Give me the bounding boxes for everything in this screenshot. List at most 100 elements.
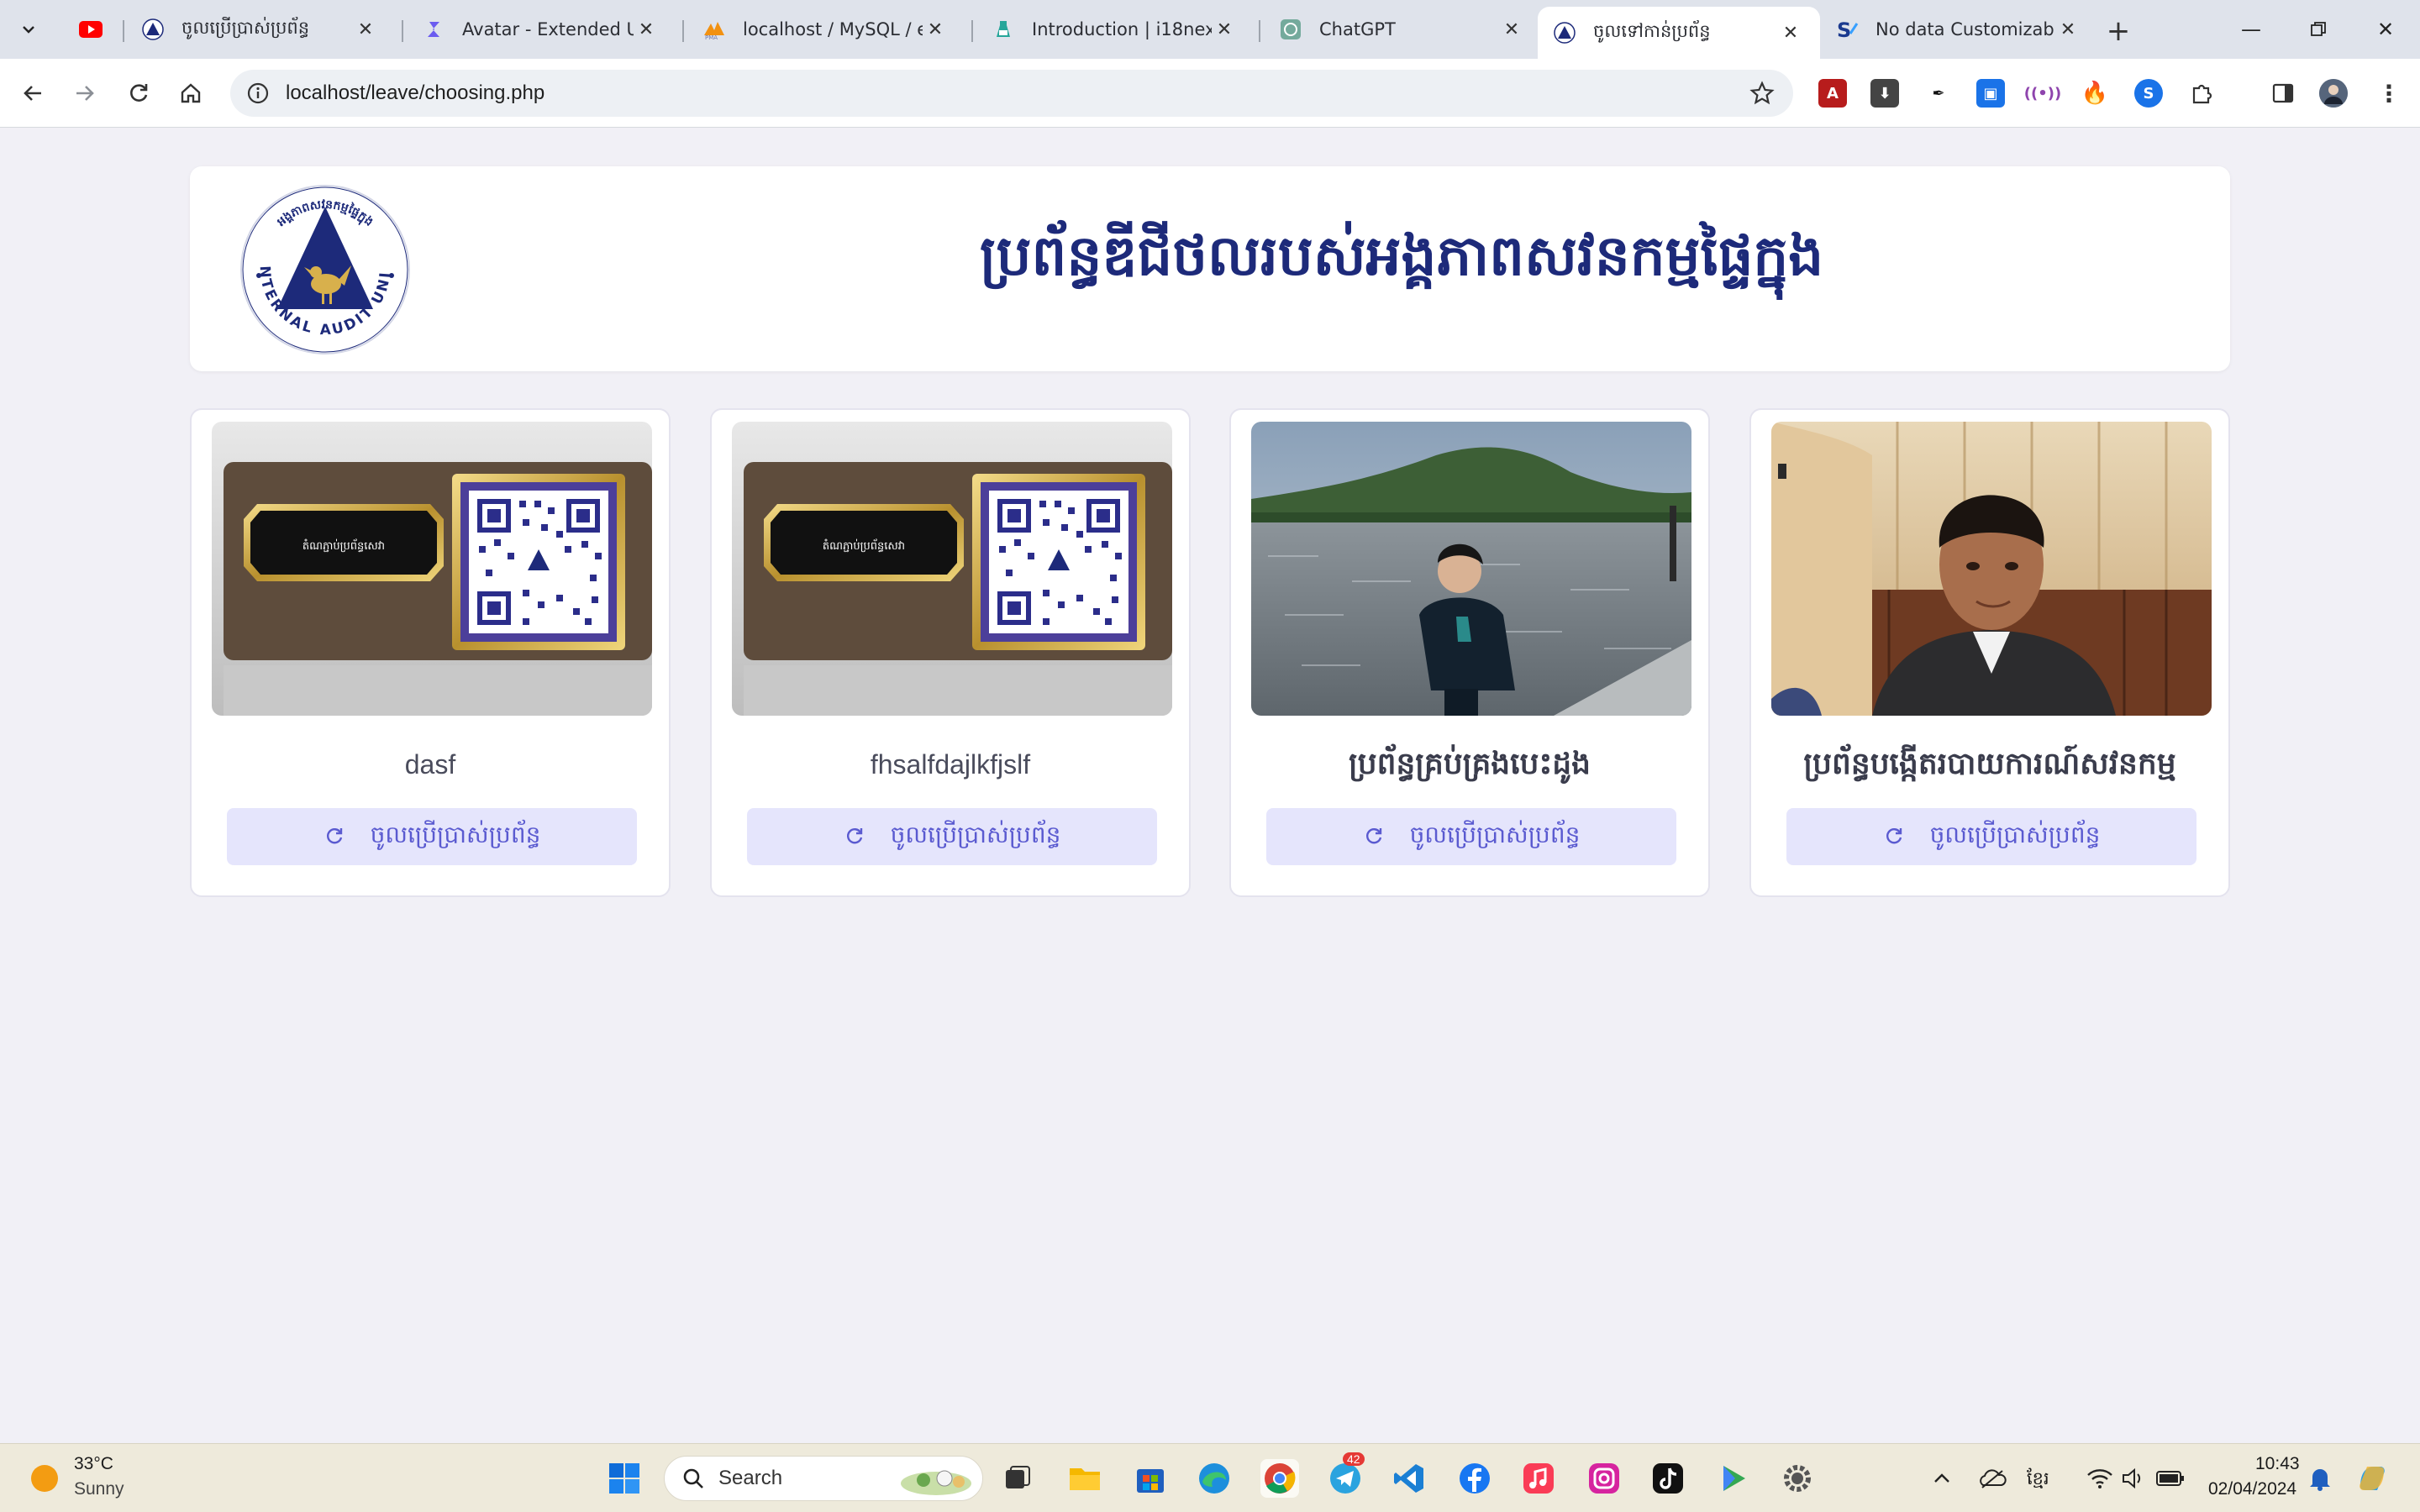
youtube-icon xyxy=(79,18,103,41)
file-explorer-icon[interactable] xyxy=(1065,1459,1104,1498)
tab-separator xyxy=(402,20,403,42)
vscode-icon[interactable] xyxy=(1390,1459,1428,1498)
start-button[interactable] xyxy=(605,1459,644,1498)
clock-time[interactable]: 10:43 xyxy=(2255,1454,2300,1474)
card-banner-label: តំណភ្ជាប់ប្រព័ន្ធសេវា xyxy=(823,538,905,553)
microsoft-store-icon[interactable] xyxy=(1131,1459,1170,1498)
stack-icon xyxy=(422,18,445,41)
fire-extension-icon[interactable]: 🔥 xyxy=(2081,79,2109,108)
chatgpt-icon xyxy=(1279,18,1302,41)
card-banner-label: តំណភ្ជាប់ប្រព័ន្ធសេវា xyxy=(302,538,385,553)
enter-system-button[interactable]: ចូលប្រើប្រាស់ប្រព័ន្ធ xyxy=(1786,808,2196,865)
tab-login-system[interactable]: ចូលប្រើប្រាស់ប្រព័ន្ធ ✕ xyxy=(126,7,395,52)
enter-system-label: ចូលប្រើប្រាស់ប្រព័ន្ធ xyxy=(890,820,1061,848)
close-icon[interactable]: ✕ xyxy=(2055,17,2081,42)
phpmyadmin-icon: PMA xyxy=(702,18,726,41)
settings-gear-icon[interactable] xyxy=(1778,1459,1817,1498)
pen-extension-icon[interactable]: ✒ xyxy=(1924,79,1953,108)
profile-avatar[interactable] xyxy=(2319,79,2348,108)
svg-text:PMA: PMA xyxy=(705,34,718,40)
arrow-right-icon xyxy=(76,86,94,101)
enter-system-button[interactable]: ចូលប្រើប្រាស់ប្រព័ន្ធ xyxy=(227,808,637,865)
home-button[interactable] xyxy=(171,74,210,113)
enter-system-button[interactable]: ចូលប្រើប្រាស់ប្រព័ន្ធ xyxy=(1266,808,1676,865)
taskbar-search[interactable]: Search xyxy=(664,1456,983,1501)
copilot-icon[interactable] xyxy=(2353,1459,2391,1498)
url-text[interactable]: localhost/leave/choosing.php xyxy=(286,81,544,105)
weather-temperature: 33°C xyxy=(74,1454,113,1473)
shazam-extension-icon[interactable]: S xyxy=(2134,79,2163,108)
close-icon[interactable]: ✕ xyxy=(1499,17,1524,42)
pdf-extension-icon[interactable]: A xyxy=(1818,79,1847,108)
tab-no-data-customizable[interactable]: S No data Customizable ✕ xyxy=(1820,7,2097,52)
battery-icon[interactable] xyxy=(2151,1459,2190,1498)
bookmark-star-icon[interactable] xyxy=(1749,81,1775,106)
close-window-button[interactable]: ✕ xyxy=(2365,12,2407,47)
extensions-puzzle-icon[interactable] xyxy=(2188,79,2217,108)
google-play-games-icon[interactable] xyxy=(1714,1459,1753,1498)
notification-bell-icon[interactable] xyxy=(2301,1459,2339,1498)
tiktok-icon[interactable] xyxy=(1649,1459,1687,1498)
restore-icon xyxy=(2311,22,2326,36)
volume-icon[interactable] xyxy=(2114,1459,2153,1498)
screen-capture-extension-icon[interactable]: ▣ xyxy=(1976,79,2005,108)
address-bar[interactable]: localhost/leave/choosing.php xyxy=(230,70,1793,117)
tab-title: ចូលទៅកាន់ប្រព័ន្ធ xyxy=(1593,20,1711,41)
system-name: ប្រព័ន្ធបង្កើតរបាយការណ៍សវនកម្ម xyxy=(1803,746,2176,781)
onedrive-icon[interactable] xyxy=(1973,1459,2012,1498)
minimize-button[interactable]: — xyxy=(2230,12,2272,47)
facebook-icon[interactable] xyxy=(1455,1459,1494,1498)
broadcast-extension-icon[interactable]: ((•)) xyxy=(2024,79,2061,108)
tab-chatgpt[interactable]: ChatGPT ✕ xyxy=(1264,7,1541,52)
browser-menu-icon[interactable]: ⋮ xyxy=(2375,79,2403,108)
tab-youtube[interactable] xyxy=(64,7,123,52)
sun-icon xyxy=(31,1465,58,1492)
instagram-icon[interactable] xyxy=(1585,1459,1623,1498)
search-placeholder: Search xyxy=(718,1467,783,1489)
tab-search-button[interactable] xyxy=(12,13,45,45)
language-indicator[interactable]: ខ្មែរ xyxy=(2027,1467,2049,1494)
tab-title: Avatar - Extended UI | : xyxy=(462,19,634,39)
clock-date[interactable]: 02/04/2024 xyxy=(2208,1479,2296,1499)
s-logo-icon: S xyxy=(1835,18,1859,41)
tab-title: localhost / MySQL / en xyxy=(743,19,923,39)
enter-system-button[interactable]: ចូលប្រើប្រាស់ប្រព័ន្ធ xyxy=(747,808,1157,865)
qr-card-image: តំណភ្ជាប់ប្រព័ន្ធសេវា xyxy=(732,422,1172,716)
reload-button[interactable] xyxy=(119,74,158,113)
system-card: ប្រព័ន្ធបង្កើតរបាយការណ៍សវនកម្ម ចូលប្រើប្… xyxy=(1749,408,2230,897)
task-view-icon[interactable] xyxy=(998,1459,1037,1498)
forward-button[interactable] xyxy=(66,74,104,113)
tab-avatar-extended-ui[interactable]: Avatar - Extended UI | : ✕ xyxy=(407,7,676,52)
refresh-icon xyxy=(326,828,342,844)
close-icon[interactable]: ✕ xyxy=(353,17,378,42)
restore-button[interactable] xyxy=(2297,12,2339,47)
tab-title: ចូលប្រើប្រាស់ប្រព័ន្ធ xyxy=(182,17,310,38)
weather-widget[interactable] xyxy=(25,1459,64,1498)
close-icon[interactable]: ✕ xyxy=(634,17,659,42)
close-icon[interactable]: ✕ xyxy=(1778,20,1803,45)
site-info-icon[interactable] xyxy=(245,81,271,106)
side-panel-icon[interactable] xyxy=(2269,79,2297,108)
tab-enter-system[interactable]: ចូលទៅកាន់ប្រព័ន្ធ ✕ xyxy=(1538,7,1820,59)
chrome-browser-icon[interactable] xyxy=(1260,1459,1299,1498)
close-icon[interactable]: ✕ xyxy=(1212,17,1237,42)
tab-title: No data Customizable xyxy=(1876,19,2055,39)
tab-separator xyxy=(682,20,684,42)
browser-toolbar: localhost/leave/choosing.php A ⬇ ✒ ▣ ((•… xyxy=(0,59,2420,128)
system-name: ប្រព័ន្ធគ្រប់គ្រងបេះដូង xyxy=(1349,746,1591,781)
portrait-photo xyxy=(1771,422,2212,716)
apple-music-icon[interactable] xyxy=(1519,1459,1558,1498)
system-card: តំណភ្ជាប់ប្រព័ន្ធសេវា xyxy=(190,408,671,897)
audit-logo-icon xyxy=(141,18,165,41)
back-button[interactable] xyxy=(13,74,52,113)
tab-i18next[interactable]: Introduction | i18next d ✕ xyxy=(976,7,1254,52)
enter-system-label: ចូលប្រើប្រាស់ប្រព័ន្ធ xyxy=(1929,820,2101,848)
edge-browser-icon[interactable] xyxy=(1195,1459,1234,1498)
download-extension-icon[interactable]: ⬇ xyxy=(1870,79,1899,108)
refresh-icon xyxy=(1365,828,1381,844)
tab-phpmyadmin[interactable]: PMA localhost / MySQL / en ✕ xyxy=(687,7,965,52)
show-hidden-icons-chevron-icon[interactable] xyxy=(1923,1459,1961,1498)
new-tab-button[interactable]: + xyxy=(2101,13,2136,49)
system-name: dasf xyxy=(404,749,456,780)
close-icon[interactable]: ✕ xyxy=(923,17,948,42)
